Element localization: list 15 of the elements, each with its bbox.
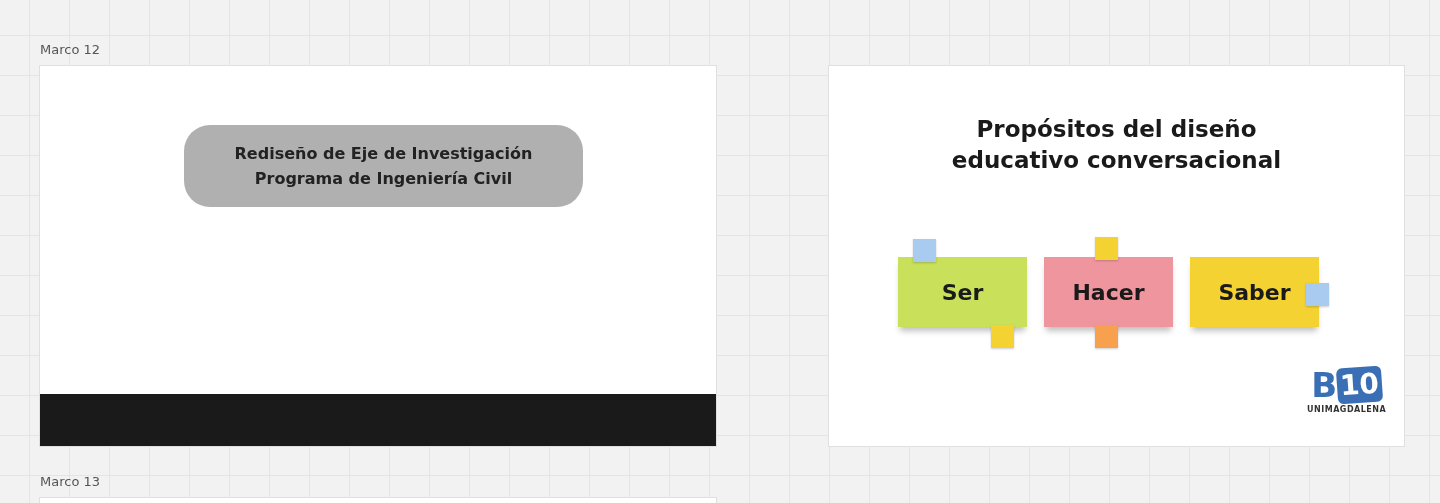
note-text: Ser bbox=[941, 279, 984, 305]
note-text: Hacer bbox=[1072, 279, 1145, 305]
tape-square bbox=[1095, 325, 1118, 348]
slide-title: Rediseño de Eje de Investigación bbox=[234, 143, 533, 165]
note-text: Saber bbox=[1218, 279, 1291, 305]
frame-label[interactable]: Marco 13 bbox=[40, 474, 101, 489]
slide-title: Programa de Ingeniería Civil bbox=[254, 168, 513, 190]
slide-title: educativo conversacional bbox=[951, 146, 1282, 175]
tape-square bbox=[1306, 283, 1329, 306]
tape-square bbox=[991, 325, 1014, 348]
frame-label[interactable]: Marco 12 bbox=[40, 42, 101, 57]
tape-square bbox=[913, 239, 936, 262]
tape-square bbox=[1095, 237, 1118, 260]
logo: B 10 UNIMAGDALENA bbox=[1307, 367, 1387, 414]
slide-title: Propósitos del diseño bbox=[976, 115, 1257, 144]
